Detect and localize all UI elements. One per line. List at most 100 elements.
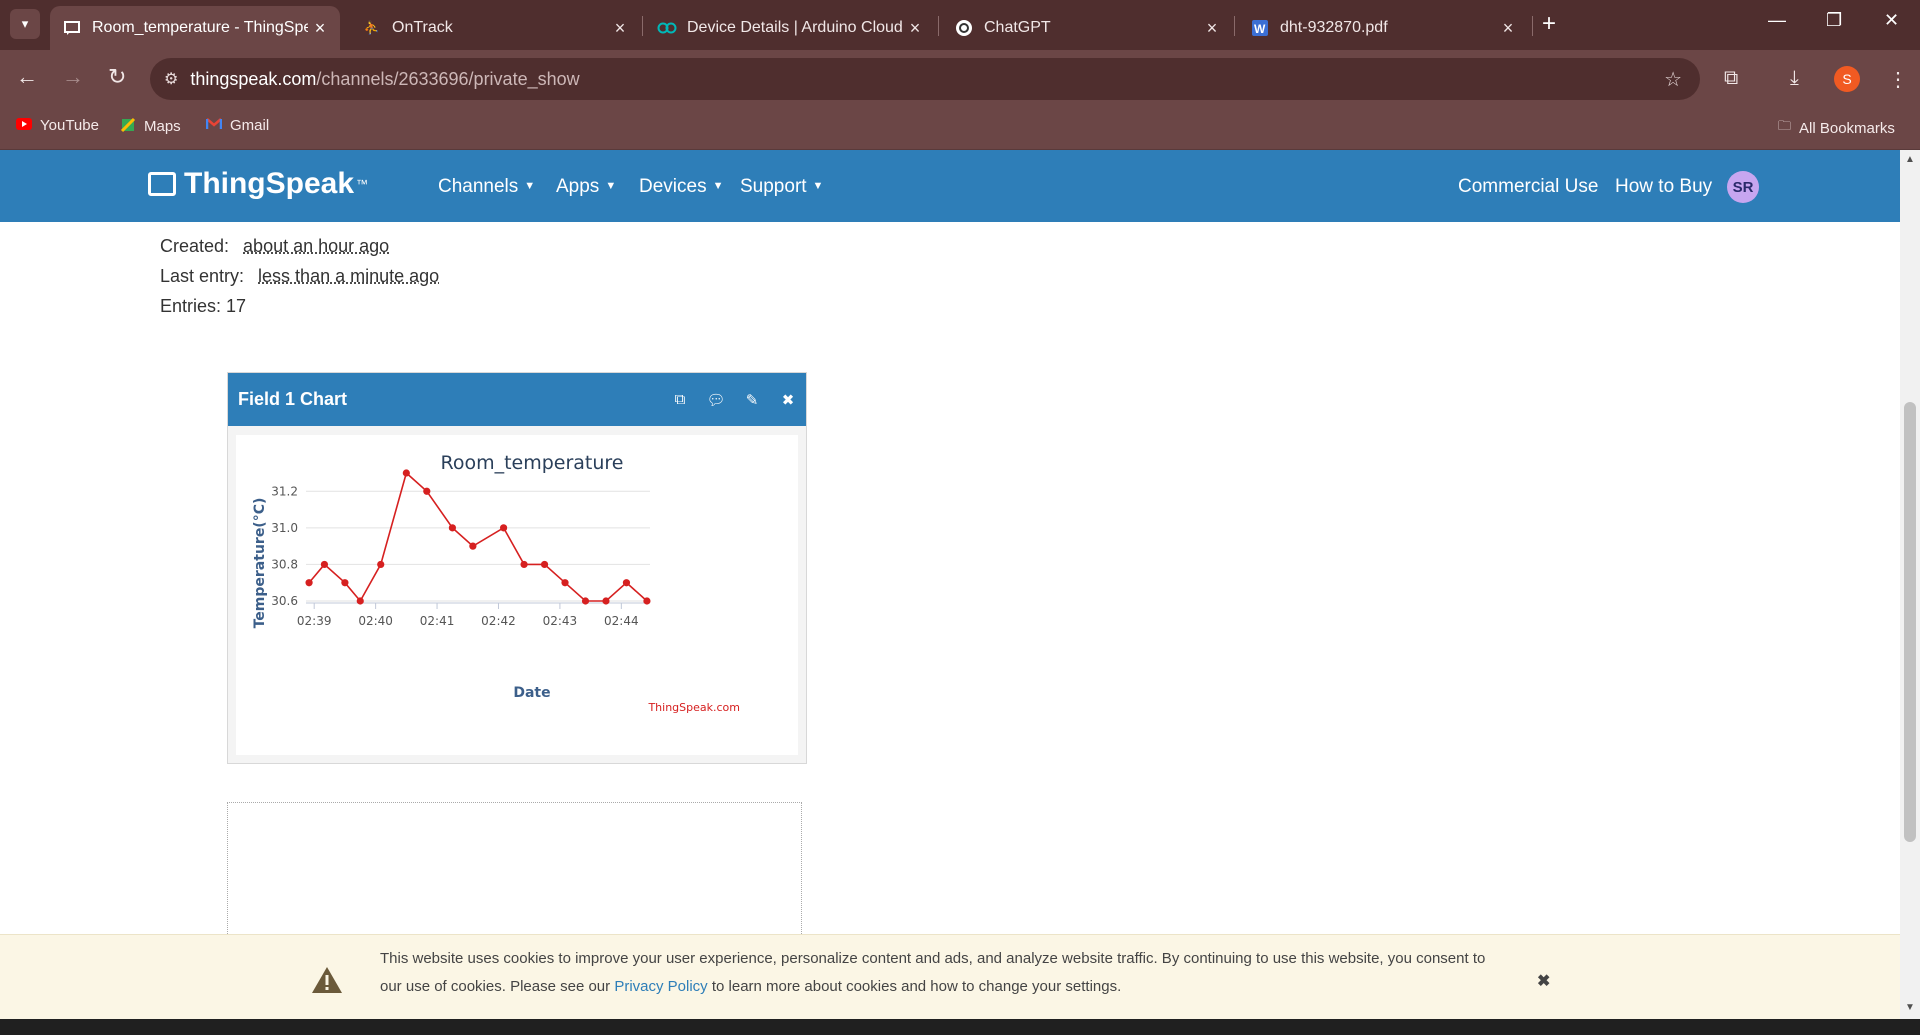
data-point[interactable]: [448, 524, 457, 532]
chatgpt-icon: [954, 18, 974, 38]
new-tab-button[interactable]: +: [1542, 10, 1556, 38]
user-avatar[interactable]: SR: [1727, 171, 1759, 203]
thingspeak-icon: [62, 18, 82, 38]
bookmark-maps[interactable]: Maps: [120, 117, 181, 136]
site-settings-icon[interactable]: ⚙: [164, 69, 178, 89]
created-value: about an hour ago: [243, 236, 390, 256]
close-icon[interactable]: ×: [308, 18, 332, 39]
data-point[interactable]: [622, 579, 631, 587]
scroll-up-arrow-icon[interactable]: ▲: [1905, 154, 1915, 165]
menu-label: Channels: [438, 176, 519, 197]
close-icon[interactable]: ×: [1200, 18, 1224, 39]
back-icon[interactable]: ←: [16, 64, 38, 90]
download-icon[interactable]: ⤓: [1790, 67, 1799, 90]
x-tick-label: 02:42: [481, 614, 516, 628]
logo-text: ThingSpeak: [184, 167, 355, 200]
restore-icon[interactable]: ❐: [1826, 10, 1842, 31]
chart-card-title: Field 1 Chart: [238, 389, 348, 409]
data-point[interactable]: [499, 524, 508, 532]
extensions-icon[interactable]: ⧉: [1724, 67, 1738, 90]
data-point[interactable]: [602, 597, 610, 605]
x-tick-label: 02:41: [420, 614, 455, 628]
forward-icon[interactable]: →: [62, 64, 84, 90]
external-link-icon[interactable]: ⧉: [662, 391, 698, 408]
scroll-down-arrow-icon[interactable]: ▼: [1905, 1002, 1915, 1013]
window-close-icon[interactable]: ✕: [1884, 10, 1899, 31]
caret-down-icon: ▼: [605, 180, 617, 192]
url-host: thingspeak.com: [190, 68, 317, 89]
close-icon[interactable]: ✖: [770, 391, 806, 409]
x-tick-label: 02:44: [604, 614, 639, 628]
ontrack-icon: ⛹: [363, 20, 381, 35]
all-bookmarks[interactable]: 🗀 All Bookmarks: [1778, 117, 1895, 139]
bookmark-star-icon[interactable]: ☆: [1664, 67, 1682, 92]
data-point[interactable]: [356, 597, 364, 605]
x-tick-label: 02:40: [358, 614, 393, 628]
thingspeak-logo[interactable]: ThingSpeak ™: [148, 167, 368, 201]
bookmark-youtube[interactable]: YouTube: [16, 117, 99, 134]
chevron-down-icon: ▾: [21, 16, 29, 31]
scrollbar-thumb[interactable]: [1904, 402, 1916, 842]
bookmark-gmail[interactable]: Gmail: [205, 117, 270, 134]
close-icon[interactable]: ×: [1496, 18, 1520, 39]
last-entry-row: Last entry: less than a minute ago: [160, 266, 439, 287]
menu-apps[interactable]: Apps ▼: [556, 176, 616, 198]
menu-dots-icon[interactable]: ⋮: [1888, 67, 1908, 92]
menu-support[interactable]: Support ▼: [740, 176, 823, 198]
series-line: [308, 471, 648, 603]
data-point[interactable]: [581, 597, 590, 605]
x-tick-label: 02:43: [543, 614, 578, 628]
browser-tab-bar: ▾ Room_temperature - ThingSpeak × ⛹ OnTr…: [0, 0, 1920, 50]
data-point[interactable]: [377, 560, 385, 569]
data-point[interactable]: [561, 579, 569, 587]
menu-channels[interactable]: Channels ▼: [438, 176, 535, 198]
cookie-line-2-pre: our use of cookies. Please see our: [380, 978, 615, 995]
tab-arduino[interactable]: Device Details | Arduino Cloud ×: [645, 6, 935, 50]
temperature-line-chart: Room_temperature Date Temperature(°C) Th…: [252, 452, 740, 714]
data-point[interactable]: [305, 579, 313, 587]
tab-room-temperature[interactable]: Room_temperature - ThingSpeak ×: [50, 6, 340, 50]
created-label: Created:: [160, 236, 230, 256]
chart-title: Room_temperature: [440, 452, 623, 474]
tab-search-button[interactable]: ▾: [10, 9, 40, 39]
how-to-buy-link[interactable]: How to Buy: [1615, 176, 1712, 198]
warning-icon: [312, 967, 342, 993]
comment-icon[interactable]: 💬︎: [698, 391, 734, 409]
tab-pdf[interactable]: W dht-932870.pdf ×: [1238, 6, 1528, 50]
data-point[interactable]: [402, 469, 410, 477]
chart-credit[interactable]: ThingSpeak.com: [647, 701, 740, 714]
data-point[interactable]: [520, 560, 528, 569]
data-point[interactable]: [469, 542, 477, 550]
address-bar[interactable]: ⚙ thingspeak.com/channels/2633696/privat…: [150, 58, 1700, 100]
y-tick-label: 31.0: [271, 521, 298, 535]
cookie-close-icon[interactable]: ✖: [1537, 971, 1550, 991]
url-text[interactable]: thingspeak.com/channels/2633696/private_…: [190, 69, 579, 90]
pencil-icon[interactable]: ✎: [734, 391, 770, 409]
data-point[interactable]: [320, 560, 329, 569]
empty-widget-placeholder: [227, 802, 802, 942]
os-taskbar: [0, 1019, 1920, 1035]
reload-icon[interactable]: ↻: [108, 64, 126, 90]
close-icon[interactable]: ×: [608, 18, 632, 39]
profile-avatar[interactable]: S: [1834, 66, 1860, 92]
tab-chatgpt[interactable]: ChatGPT ×: [942, 6, 1232, 50]
page-scrollbar[interactable]: ▲ ▼: [1900, 150, 1920, 1019]
thingspeak-logo-icon: [148, 172, 176, 196]
entries-count: Entries: 17: [160, 296, 247, 316]
chart-area: Room_temperature Date Temperature(°C) Th…: [236, 435, 798, 755]
data-point[interactable]: [423, 487, 431, 495]
y-tick-label: 30.8: [271, 557, 298, 571]
data-point[interactable]: [540, 560, 549, 569]
tab-separator: [1532, 16, 1533, 36]
tab-ontrack[interactable]: ⛹ OnTrack ×: [350, 6, 640, 50]
commercial-use-link[interactable]: Commercial Use: [1458, 176, 1598, 198]
close-icon[interactable]: ×: [903, 18, 927, 39]
minimize-icon[interactable]: —: [1768, 10, 1786, 31]
address-toolbar: ← → ↻ ⚙ thingspeak.com/channels/2633696/…: [0, 50, 1920, 108]
bookmark-label: Gmail: [230, 117, 270, 134]
privacy-policy-link[interactable]: Privacy Policy: [614, 978, 707, 995]
bookmarks-bar: YouTube Maps Gmail 🗀 All Bookmarks: [0, 108, 1920, 150]
data-point[interactable]: [643, 597, 651, 605]
menu-devices[interactable]: Devices ▼: [639, 176, 723, 198]
data-point[interactable]: [341, 579, 349, 587]
